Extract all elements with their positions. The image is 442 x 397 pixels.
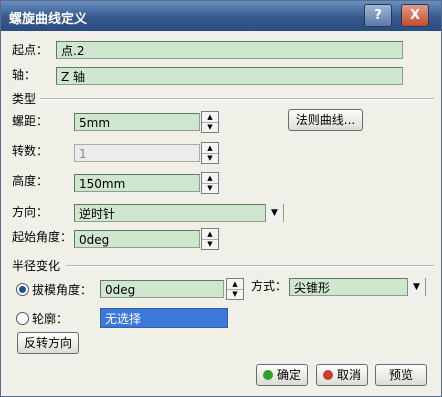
help-button[interactable]: ? bbox=[364, 4, 392, 27]
close-button[interactable]: X bbox=[401, 4, 429, 27]
ok-icon bbox=[262, 370, 273, 380]
spin-down-icon[interactable]: ▼ bbox=[202, 183, 218, 193]
ok-button[interactable]: 确定 bbox=[256, 364, 308, 386]
cancel-label: 取消 bbox=[336, 368, 361, 382]
help-icon: ? bbox=[374, 8, 382, 23]
taper-angle-label: 拔模角度： bbox=[32, 283, 93, 297]
spin-down-icon[interactable]: ▼ bbox=[202, 239, 218, 249]
helix-curve-dialog: 螺旋曲线定义 ? X 起点： 点.2 轴： Z 轴 类型 螺距： 5mm ▲ ▼ … bbox=[0, 0, 442, 397]
spin-down-icon[interactable]: ▼ bbox=[202, 153, 218, 163]
spin-down-icon[interactable]: ▼ bbox=[227, 289, 243, 299]
start-angle-label: 起始角度： bbox=[12, 230, 73, 244]
start-point-label: 起点： bbox=[12, 43, 49, 57]
axis-field[interactable]: Z 轴 bbox=[56, 67, 403, 85]
law-curve-button[interactable]: 法则曲线... bbox=[288, 109, 363, 131]
turns-label: 转数： bbox=[12, 144, 49, 158]
taper-angle-spinner[interactable]: ▲ ▼ bbox=[226, 278, 244, 300]
pitch-spinner[interactable]: ▲ ▼ bbox=[201, 111, 219, 133]
taper-angle-field[interactable]: 0deg bbox=[100, 280, 224, 298]
radius-group-divider bbox=[66, 265, 434, 267]
mode-label: 方式： bbox=[251, 279, 288, 293]
axis-label: 轴： bbox=[12, 68, 37, 82]
start-angle-spinner[interactable]: ▲ ▼ bbox=[201, 228, 219, 250]
profile-label: 轮廓： bbox=[32, 312, 69, 326]
dialog-body: 起点： 点.2 轴： Z 轴 类型 螺距： 5mm ▲ ▼ 法则曲线... 转数：… bbox=[4, 32, 438, 393]
mode-value: 尖锥形 bbox=[294, 281, 331, 295]
type-group-title: 类型 bbox=[12, 92, 37, 106]
preview-button[interactable]: 预览 bbox=[375, 364, 427, 386]
taper-angle-radio[interactable] bbox=[16, 283, 29, 296]
type-group-divider bbox=[40, 98, 434, 100]
height-spinner[interactable]: ▲ ▼ bbox=[201, 172, 219, 194]
title-bar[interactable]: 螺旋曲线定义 ? X bbox=[1, 1, 441, 31]
start-point-field[interactable]: 点.2 bbox=[56, 41, 403, 59]
height-field[interactable]: 150mm bbox=[74, 174, 200, 192]
height-label: 高度： bbox=[12, 174, 49, 188]
pitch-label: 螺距： bbox=[12, 114, 49, 128]
cancel-icon bbox=[322, 370, 333, 380]
ok-label: 确定 bbox=[276, 368, 301, 382]
pitch-field[interactable]: 5mm bbox=[74, 113, 200, 131]
turns-field[interactable]: 1 bbox=[74, 144, 200, 162]
radius-group-title: 半径变化 bbox=[12, 259, 61, 273]
profile-field[interactable]: 无选择 bbox=[100, 308, 228, 328]
dialog-title: 螺旋曲线定义 bbox=[9, 12, 88, 27]
chevron-down-icon[interactable]: ▼ bbox=[265, 204, 283, 222]
close-icon: X bbox=[409, 8, 421, 23]
profile-radio[interactable] bbox=[16, 312, 29, 325]
mode-select[interactable]: 尖锥形 ▼ bbox=[289, 278, 426, 296]
direction-value: 逆时针 bbox=[79, 207, 116, 221]
direction-label: 方向： bbox=[12, 205, 49, 219]
reverse-direction-button[interactable]: 反转方向 bbox=[17, 332, 79, 354]
start-angle-field[interactable]: 0deg bbox=[74, 230, 200, 248]
spin-down-icon[interactable]: ▼ bbox=[202, 122, 218, 132]
turns-spinner[interactable]: ▲ ▼ bbox=[201, 142, 219, 164]
direction-select[interactable]: 逆时针 ▼ bbox=[74, 204, 284, 222]
cancel-button[interactable]: 取消 bbox=[316, 364, 368, 386]
chevron-down-icon[interactable]: ▼ bbox=[407, 278, 425, 296]
